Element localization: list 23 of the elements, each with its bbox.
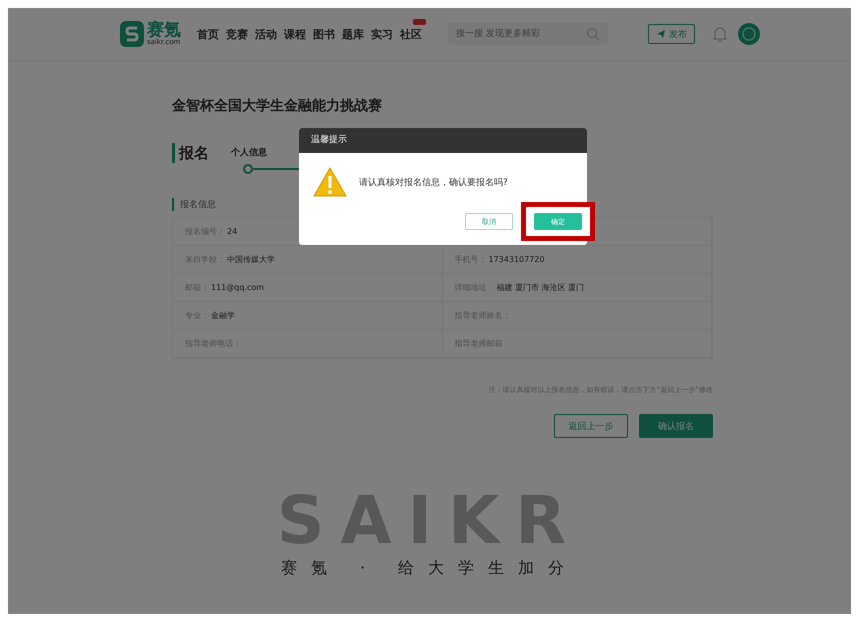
logo-icon[interactable] xyxy=(120,21,144,47)
confirm-button[interactable]: 确认报名 xyxy=(639,414,713,438)
search-icon[interactable] xyxy=(586,27,600,41)
nav-link[interactable]: 竞赛 xyxy=(226,26,248,42)
dialog-title: 温馨提示 xyxy=(299,128,587,153)
page-title: 金智杯全国大学生金融能力挑战赛 xyxy=(172,97,383,115)
nav-link[interactable]: 图书 xyxy=(313,26,335,42)
nav-link[interactable]: 活动 xyxy=(255,26,277,42)
nav-link[interactable]: 题库 xyxy=(342,26,364,42)
nav-link[interactable]: 首页 xyxy=(197,26,219,42)
nav-link[interactable]: 课程 xyxy=(284,26,306,42)
section-title: 报名 xyxy=(172,143,209,163)
logo-name: 赛氪 xyxy=(147,22,181,39)
footer-slogan: 赛氪 · 给大学生加分 xyxy=(280,558,578,579)
nav-link[interactable]: 实习 xyxy=(371,26,393,42)
publish-button[interactable]: 发布 xyxy=(648,24,695,44)
send-icon xyxy=(656,29,666,39)
nav-link[interactable]: 社区 xyxy=(400,26,422,42)
warning-icon xyxy=(313,167,347,197)
bell-icon[interactable] xyxy=(713,26,727,42)
dialog-message: 请认真核对报名信息，确认要报名吗? xyxy=(359,176,508,188)
avatar-icon[interactable] xyxy=(738,23,760,45)
back-button[interactable]: 返回上一步 xyxy=(554,414,628,438)
